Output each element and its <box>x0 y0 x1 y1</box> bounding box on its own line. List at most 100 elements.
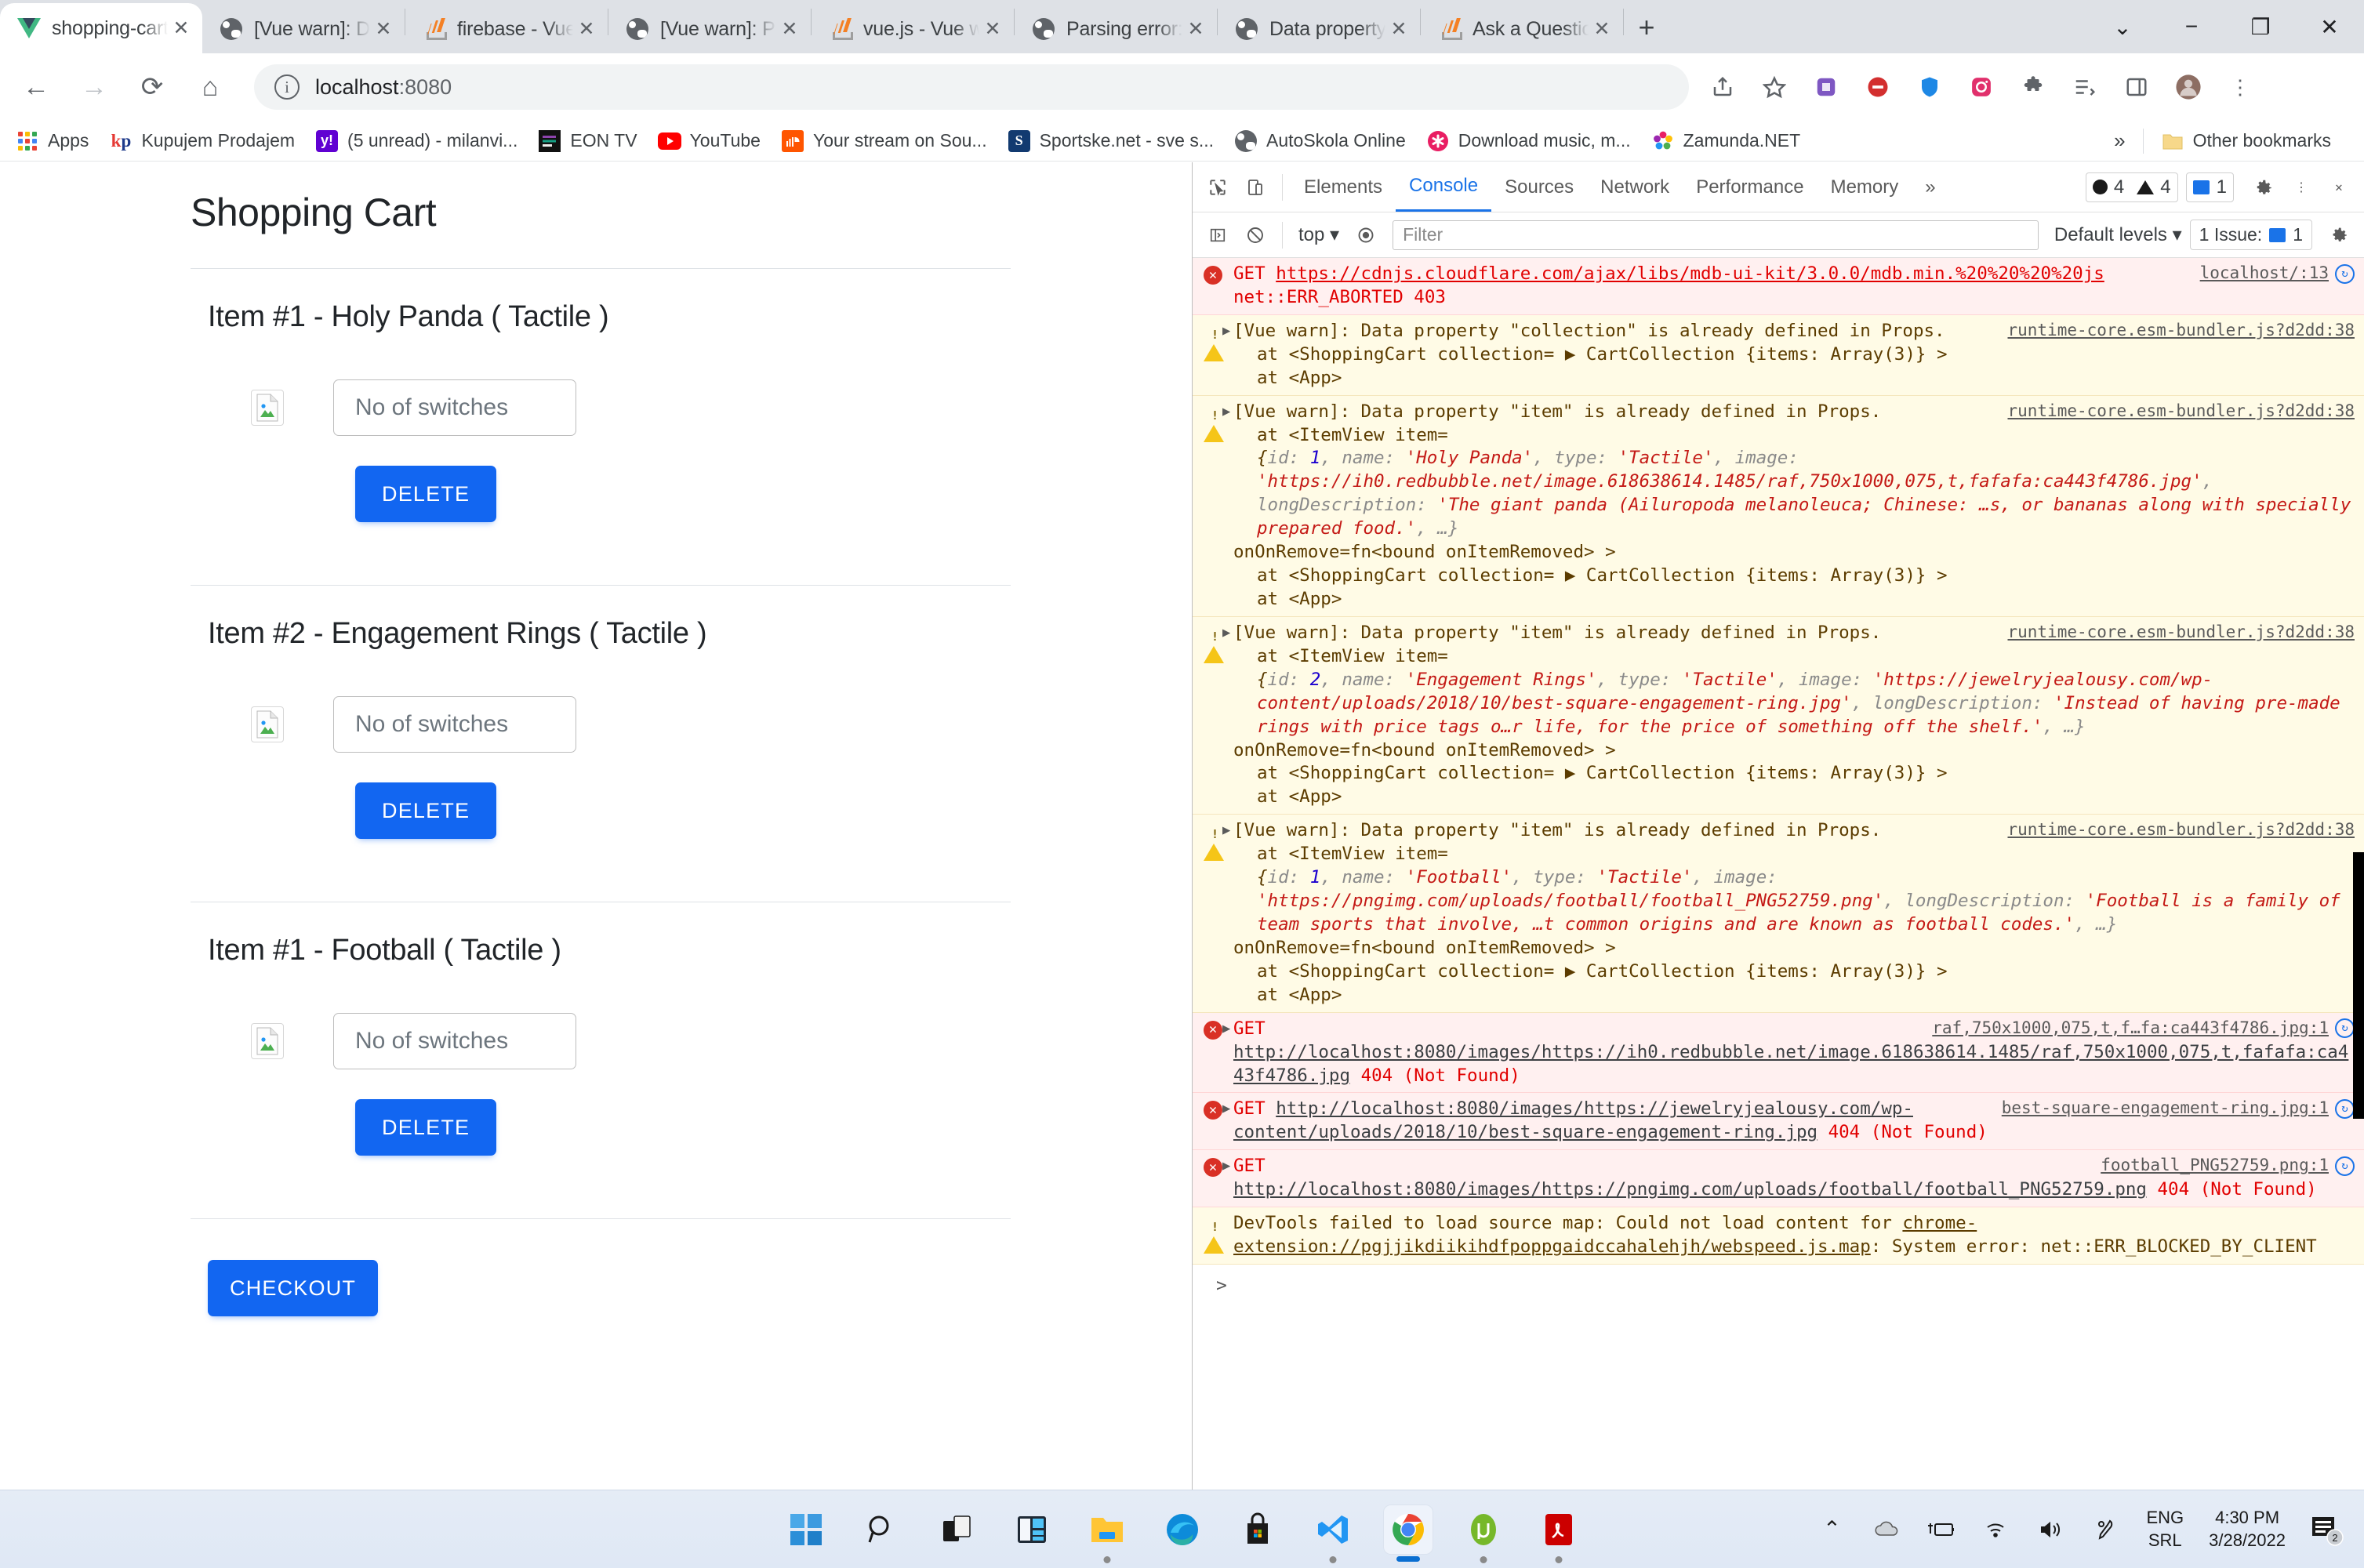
avatar[interactable] <box>2168 67 2209 107</box>
file-explorer-icon[interactable] <box>1083 1505 1131 1563</box>
console-log-list[interactable]: ✕ localhost/:13 ↻ GET https://cdnjs.cloud… <box>1193 258 2364 1485</box>
acrobat-icon[interactable] <box>1534 1505 1583 1563</box>
tab-memory[interactable]: Memory <box>1817 163 1912 212</box>
expand-arrow-icon[interactable]: ▶ <box>1222 822 1230 840</box>
reload-icon[interactable]: ↻ <box>2335 1018 2355 1039</box>
console-object-preview[interactable]: {id: 1, name: 'Football', type: 'Tactile… <box>1233 866 2355 937</box>
bookmark-zamunda-net[interactable]: Zamunda.NET <box>1651 129 1800 153</box>
onedrive-icon[interactable] <box>1872 1519 1901 1540</box>
bookmark-youtube[interactable]: YouTube <box>657 129 761 153</box>
console-message-warning[interactable]: ▶ runtime-core.esm-bundler.js?d2dd:38 [V… <box>1193 314 2364 396</box>
utorrent-icon[interactable] <box>1459 1505 1508 1563</box>
close-icon[interactable]: ✕ <box>979 16 1006 42</box>
shield-blue-icon[interactable] <box>1909 67 1950 107</box>
tab-network[interactable]: Network <box>1587 163 1683 212</box>
reading-list-icon[interactable] <box>2064 67 2105 107</box>
console-object-preview[interactable]: {id: 1, name: 'Holy Panda', type: 'Tacti… <box>1233 447 2355 541</box>
inspect-element-icon[interactable] <box>1199 169 1236 206</box>
console-prompt[interactable] <box>1193 1265 2364 1296</box>
bookmark-kupujem-prodajem[interactable]: kp Kupujem Prodajem <box>109 129 295 153</box>
reload-icon[interactable]: ↻ <box>2335 1098 2355 1119</box>
bookmark-download-music[interactable]: Download music, m... <box>1426 129 1631 153</box>
console-settings-gear-icon[interactable] <box>2320 216 2358 254</box>
console-message-source[interactable]: raf,750x1000,075,t,f…fa:ca443f4786.jpg:1… <box>1932 1018 2355 1040</box>
tab-console[interactable]: Console <box>1396 163 1492 212</box>
console-message-error[interactable]: ✕ ▶ football_PNG52759.png:1 ↻ GET http://… <box>1193 1150 2364 1208</box>
console-message-source[interactable]: runtime-core.esm-bundler.js?d2dd:38 <box>2007 819 2355 841</box>
bookmark-eon-tv[interactable]: EON TV <box>538 129 637 153</box>
back-button[interactable]: ← <box>14 65 58 109</box>
close-icon[interactable]: ✕ <box>1385 16 1412 42</box>
widgets-icon[interactable] <box>1008 1505 1056 1554</box>
tab-elements[interactable]: Elements <box>1291 163 1396 212</box>
show-hidden-icons-icon[interactable]: ⌃ <box>1817 1517 1847 1541</box>
battery-charging-icon[interactable] <box>1926 1520 1956 1539</box>
address-bar[interactable]: i localhost:8080 <box>254 64 1689 110</box>
console-message-error[interactable]: ✕ ▶ best-square-engagement-ring.jpg:1 ↻ G… <box>1193 1093 2364 1151</box>
bookmark-autoskola-online[interactable]: AutoSkola Online <box>1234 129 1406 153</box>
close-icon[interactable]: ✕ <box>2295 0 2364 53</box>
tabs-overflow-icon[interactable]: » <box>1912 163 1948 212</box>
reload-icon[interactable]: ↻ <box>2335 263 2355 284</box>
wifi-icon[interactable] <box>1981 1519 2011 1540</box>
vscode-icon[interactable] <box>1309 1505 1357 1563</box>
reload-button[interactable]: ⟳ <box>130 65 174 109</box>
close-icon[interactable]: ✕ <box>2320 169 2358 206</box>
console-message-source[interactable]: runtime-core.esm-bundler.js?d2dd:38 <box>2007 320 2355 342</box>
tab-performance[interactable]: Performance <box>1683 163 1817 212</box>
bookmark-apps[interactable]: Apps <box>16 129 89 153</box>
quantity-input[interactable]: No of switches <box>333 1013 576 1069</box>
devtools-scrollbar[interactable] <box>2353 852 2364 1119</box>
live-expression-icon[interactable] <box>1347 216 1385 254</box>
tab-sources[interactable]: Sources <box>1491 163 1587 212</box>
browser-tab[interactable]: vue.js - Vue warn ✕ <box>812 5 1014 53</box>
close-icon[interactable]: ✕ <box>1182 16 1209 42</box>
new-tab-button[interactable]: + <box>1624 5 1669 50</box>
chrome-icon[interactable] <box>1383 1504 1433 1562</box>
chevron-down-icon[interactable]: ⌄ <box>2088 0 2157 53</box>
language-indicator[interactable]: ENG SRL <box>2146 1507 2184 1551</box>
browser-tab[interactable]: firebase - Vue wa ✕ <box>405 5 608 53</box>
browser-tab[interactable]: [Vue warn]: Data ✕ <box>202 5 405 53</box>
bookmark-soundcloud[interactable]: Your stream on Sou... <box>781 129 987 153</box>
expand-arrow-icon[interactable]: ▶ <box>1222 624 1230 642</box>
delete-button[interactable]: DELETE <box>355 466 497 522</box>
browser-tab[interactable]: [Vue warn]: Prop ✕ <box>608 5 811 53</box>
console-message-source[interactable]: football_PNG52759.png:1 ↻ <box>2101 1155 2355 1177</box>
edge-icon[interactable] <box>1158 1505 1207 1554</box>
notification-center-button[interactable]: 2 <box>2311 1514 2345 1546</box>
quantity-input[interactable]: No of switches <box>333 379 576 436</box>
close-icon[interactable]: ✕ <box>1589 16 1615 42</box>
expand-arrow-icon[interactable]: ▶ <box>1222 1157 1230 1175</box>
expand-arrow-icon[interactable]: ▶ <box>1222 1020 1230 1038</box>
pen-icon[interactable] <box>2091 1518 2121 1541</box>
device-toolbar-icon[interactable] <box>1236 169 1274 206</box>
delete-button[interactable]: DELETE <box>355 782 497 839</box>
chrome-menu-icon[interactable]: ⋮ <box>2220 67 2261 107</box>
console-sidebar-icon[interactable] <box>1199 216 1236 254</box>
checkout-button[interactable]: CHECKOUT <box>208 1260 379 1316</box>
volume-icon[interactable] <box>2036 1519 2066 1540</box>
console-message-source[interactable]: runtime-core.esm-bundler.js?d2dd:38 <box>2007 401 2355 423</box>
message-count-badge[interactable]: 1 <box>2185 172 2234 202</box>
bookmark-star-icon[interactable] <box>1754 67 1795 107</box>
close-icon[interactable]: ✕ <box>168 15 194 42</box>
browser-tab[interactable]: shopping-cart ✕ <box>0 3 202 53</box>
console-message-source[interactable]: localhost/:13 ↻ <box>2200 263 2355 285</box>
expand-arrow-icon[interactable]: ▶ <box>1222 403 1230 421</box>
start-button[interactable] <box>782 1505 830 1554</box>
console-message-url[interactable]: http://localhost:8080/images/https://jew… <box>1233 1098 1913 1142</box>
filter-input[interactable]: Filter <box>1393 220 2039 250</box>
console-message-warning[interactable]: ▶ runtime-core.esm-bundler.js?d2dd:38 [V… <box>1193 616 2364 815</box>
extension-purple-icon[interactable] <box>1806 67 1847 107</box>
browser-tab[interactable]: Data property "c ✕ <box>1218 5 1420 53</box>
bookmark-yahoo-mail[interactable]: y! (5 unread) - milanvi... <box>315 129 517 153</box>
console-message-error[interactable]: ✕ ▶ raf,750x1000,075,t,f…fa:ca443f4786.j… <box>1193 1012 2364 1094</box>
console-message-warning[interactable]: DevTools failed to load source map: Coul… <box>1193 1207 2364 1265</box>
console-message-source[interactable]: best-square-engagement-ring.jpg:1 ↻ <box>2002 1098 2355 1120</box>
share-icon[interactable] <box>1702 67 1743 107</box>
site-info-icon[interactable]: i <box>274 74 300 100</box>
bookmark-sportske-net[interactable]: S Sportske.net - sve s... <box>1008 129 1214 153</box>
issues-badge[interactable]: 1 Issue: 1 <box>2189 220 2312 250</box>
gear-icon[interactable] <box>2245 169 2282 206</box>
